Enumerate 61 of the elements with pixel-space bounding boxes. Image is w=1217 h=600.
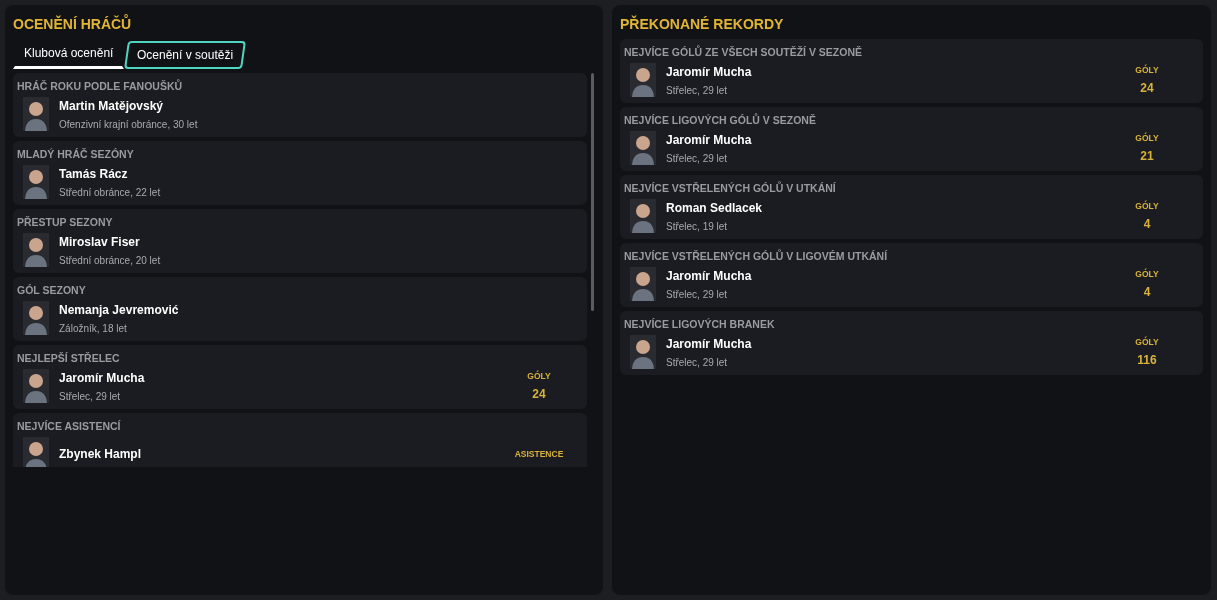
- avatar-icon: [23, 369, 49, 403]
- player-name[interactable]: Nemanja Jevremović: [59, 302, 583, 317]
- player-name[interactable]: Martin Matějovský: [59, 98, 583, 113]
- stat-value: 4: [1143, 285, 1151, 299]
- stat-label: GÓLY: [1135, 65, 1159, 75]
- player-name[interactable]: Jaromír Mucha: [666, 336, 1117, 351]
- avatar-icon: [630, 131, 656, 165]
- player-name[interactable]: Jaromír Mucha: [666, 64, 1117, 79]
- stat-label: GÓLY: [1135, 133, 1159, 143]
- avatar-icon: [630, 199, 656, 233]
- player-name[interactable]: Jaromír Mucha: [666, 268, 1117, 283]
- player-name[interactable]: Jaromír Mucha: [666, 132, 1117, 147]
- player-name[interactable]: Jaromír Mucha: [59, 370, 509, 385]
- stat-value: 4: [1143, 217, 1151, 231]
- player-info: Střelec, 29 let: [59, 390, 122, 402]
- award-title: GÓL SEZONY: [17, 284, 87, 296]
- avatar-icon: [23, 165, 49, 199]
- player-info: Střelec, 29 let: [666, 288, 729, 300]
- player-info: Střelec, 29 let: [666, 356, 729, 368]
- player-info: Střední obránce, 20 let: [59, 254, 162, 266]
- stat-label: GÓLY: [527, 371, 551, 381]
- award-title: NEJVÍCE LIGOVÝCH BRANEK: [624, 318, 776, 330]
- player-info: Střelec, 29 let: [666, 152, 729, 164]
- player-name[interactable]: Miroslav Fiser: [59, 234, 583, 249]
- avatar-icon: [23, 233, 49, 267]
- player-info: Střelec, 19 let: [666, 220, 729, 232]
- player-info: Střelec, 29 let: [666, 84, 729, 96]
- stat-label: GÓLY: [1135, 201, 1159, 211]
- stat-label: ASISTENCE: [514, 449, 564, 459]
- scrollbar[interactable]: [591, 73, 594, 311]
- tab[interactable]: Ocenění v soutěži: [124, 41, 247, 69]
- player-info: Záložník, 18 let: [59, 322, 128, 334]
- award-title: MLADÝ HRÁČ SEZÓNY: [17, 148, 135, 160]
- player-name[interactable]: Tamás Rácz: [59, 166, 583, 181]
- avatar-icon: [23, 301, 49, 335]
- award-title: NEJVÍCE VSTŘELENÝCH GÓLŮ V LIGOVÉM UTKÁNÍ: [624, 250, 889, 262]
- stat-value: 116: [1137, 353, 1157, 367]
- avatar-icon: [630, 335, 656, 369]
- award-title: NEJVÍCE VSTŘELENÝCH GÓLŮ V UTKÁNÍ: [624, 182, 837, 194]
- award-title: PŘESTUP SEZONY: [17, 216, 114, 228]
- avatar-icon: [23, 437, 49, 467]
- player-info: Střední obránce, 22 let: [59, 186, 162, 198]
- player-info: Ofenzivní krajní obránce, 30 let: [59, 118, 199, 130]
- award-title: NEJVÍCE GÓLŮ ZE VŠECH SOUTĚŽÍ V SEZONĚ: [624, 46, 864, 58]
- stat-label: GÓLY: [1135, 269, 1159, 279]
- avatar-icon: [23, 97, 49, 131]
- stat-label: GÓLY: [1135, 337, 1159, 347]
- tab[interactable]: Klubová ocenění: [13, 41, 125, 69]
- stat-value: 24: [1140, 81, 1154, 95]
- player-name[interactable]: Zbynek Hampl: [59, 447, 509, 461]
- avatar-icon: [630, 63, 656, 97]
- award-title: NEJVÍCE LIGOVÝCH GÓLŮ V SEZONĚ: [624, 114, 817, 126]
- avatar-icon: [630, 267, 656, 301]
- panel-title: OCENĚNÍ HRÁČŮ: [13, 16, 132, 32]
- panel-title: PŘEKONANÉ REKORDY: [620, 16, 784, 32]
- award-title: NEJLEPŠÍ STŘELEC: [17, 352, 121, 364]
- award-title: NEJVÍCE ASISTENCÍ: [17, 420, 122, 432]
- stat-value: 21: [1140, 149, 1154, 163]
- player-name[interactable]: Roman Sedlacek: [666, 200, 1117, 215]
- award-title: HRÁČ ROKU PODLE FANOUŠKŮ: [17, 80, 184, 92]
- stat-value: 24: [532, 387, 546, 401]
